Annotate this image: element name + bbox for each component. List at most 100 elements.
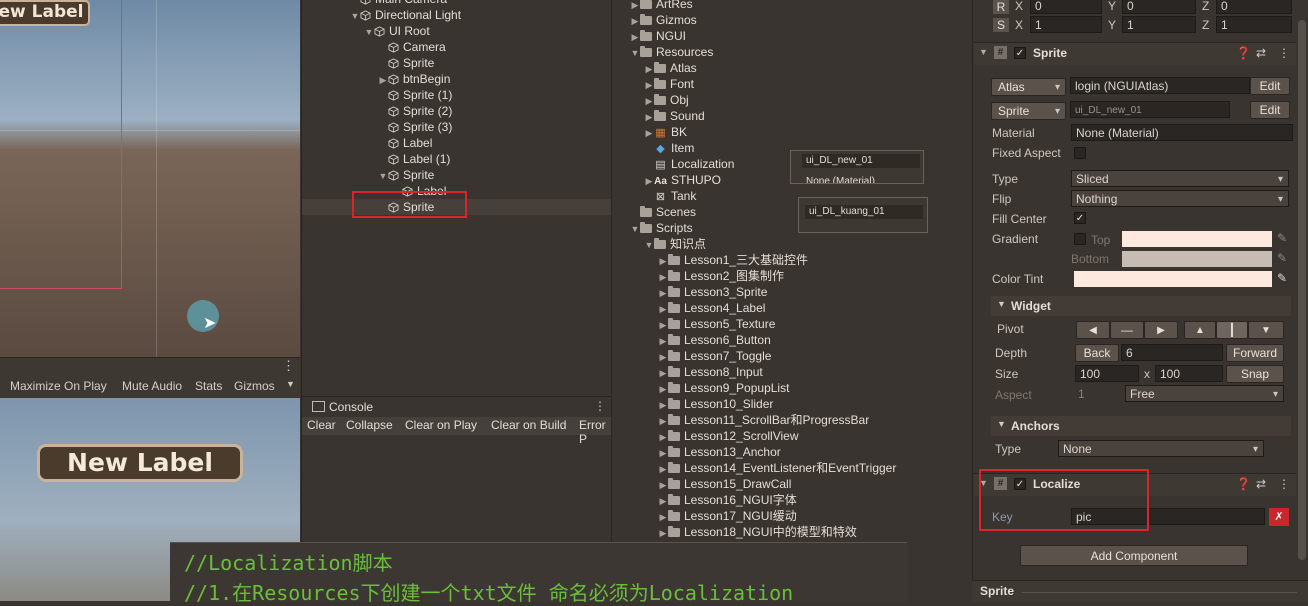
project-item[interactable]: ▶ Lesson8_Input xyxy=(658,364,763,380)
pivot-top-button[interactable]: ▲ xyxy=(1184,321,1216,339)
project-item[interactable]: ▶ Lesson2_图集制作 xyxy=(658,268,785,284)
hierarchy-item[interactable]: Sprite (2) xyxy=(378,103,452,119)
sprite-name-field[interactable]: ui_DL_new_01 xyxy=(1070,101,1230,118)
game-new-label[interactable]: New Label xyxy=(37,444,243,482)
project-item[interactable]: ▶ Aa STHUPO xyxy=(644,172,721,188)
project-item[interactable]: ▶ Lesson18_NGUI中的模型和特效 xyxy=(658,524,857,540)
foldout-arrow-icon[interactable]: ▶ xyxy=(658,365,668,381)
foldout-arrow-icon[interactable]: ▶ xyxy=(644,173,654,189)
foldout-arrow-icon[interactable]: ▼ xyxy=(630,45,640,61)
scene-new-label[interactable]: ew Label xyxy=(0,0,90,26)
hierarchy-item[interactable]: ▼ Directional Light xyxy=(350,7,462,23)
gradient-checkbox[interactable] xyxy=(1074,233,1086,245)
pivot-center-h-button[interactable]: — xyxy=(1110,321,1144,339)
material-field[interactable]: None (Material) xyxy=(1071,124,1293,141)
project-item[interactable]: ▶ Lesson3_Sprite xyxy=(658,284,768,301)
sprite-popup[interactable]: ui_DL_new_01 None (Material) xyxy=(790,150,924,184)
hierarchy-item[interactable]: Label xyxy=(378,135,432,151)
foldout-arrow-icon[interactable]: ▶ xyxy=(378,72,388,88)
project-item[interactable]: ▶ Lesson12_ScrollView xyxy=(658,428,799,444)
foldout-arrow-icon[interactable]: ▶ xyxy=(644,93,654,109)
console-clear-on-play-button[interactable]: Clear on Play xyxy=(405,418,477,432)
rot-z-field[interactable]: 0 xyxy=(1216,0,1292,14)
fill-center-checkbox[interactable]: ✓ xyxy=(1074,212,1086,224)
kuang-popup[interactable]: ui_DL_kuang_01 xyxy=(798,197,928,233)
project-item[interactable]: ▶ Lesson13_Anchor xyxy=(658,444,781,460)
rot-x-field[interactable]: 0 xyxy=(1030,0,1102,14)
size-width-field[interactable]: 100 xyxy=(1075,365,1139,382)
foldout-arrow-icon[interactable]: ▶ xyxy=(658,285,668,301)
eyedropper-icon[interactable]: ✎ xyxy=(1277,231,1287,245)
depth-forward-button[interactable]: Forward xyxy=(1226,344,1284,362)
scale-x-field[interactable]: 1 xyxy=(1030,16,1102,33)
help-icon[interactable]: ❓ xyxy=(1236,46,1251,60)
project-item[interactable]: ▶ Lesson15_DrawCall xyxy=(658,476,792,493)
snap-button[interactable]: Snap xyxy=(1226,365,1284,383)
project-item[interactable]: ◆ Item xyxy=(644,140,694,156)
stats-button[interactable]: Stats xyxy=(195,377,222,395)
component-menu-icon[interactable]: ⋮ xyxy=(1278,477,1290,491)
rot-y-field[interactable]: 0 xyxy=(1122,0,1196,14)
foldout-arrow-icon[interactable]: ▶ xyxy=(658,445,668,461)
hierarchy-item[interactable]: ▼ Sprite xyxy=(378,167,435,183)
console-clear-on-build-button[interactable]: Clear on Build xyxy=(491,418,566,432)
project-item[interactable]: ▶ Gizmos xyxy=(630,12,697,28)
anchors-header[interactable]: ▼ Anchors xyxy=(991,416,1291,436)
foldout-arrow-icon[interactable]: ▶ xyxy=(658,333,668,349)
scale-y-field[interactable]: 1 xyxy=(1122,16,1196,33)
maximize-on-play-button[interactable]: Maximize On Play xyxy=(10,377,107,395)
foldout-arrow-icon[interactable]: ▶ xyxy=(658,477,668,493)
atlas-edit-button[interactable]: Edit xyxy=(1250,77,1290,95)
help-icon[interactable]: ❓ xyxy=(1236,477,1251,491)
project-item[interactable]: ⊠ Tank xyxy=(644,188,696,204)
hierarchy-item[interactable]: ▶ btnBegin xyxy=(378,71,451,88)
foldout-arrow-icon[interactable]: ▶ xyxy=(658,461,668,477)
add-component-button[interactable]: Add Component xyxy=(1020,545,1248,566)
gradient-top-color[interactable] xyxy=(1122,231,1272,247)
hierarchy-item[interactable]: Camera xyxy=(378,39,446,55)
eyedropper-icon[interactable]: ✎ xyxy=(1277,251,1287,265)
foldout-arrow-icon[interactable]: ▶ xyxy=(644,61,654,77)
depth-field[interactable]: 6 xyxy=(1121,344,1223,361)
type-dropdown[interactable]: Sliced xyxy=(1071,170,1289,187)
project-item[interactable]: ▶ Lesson4_Label xyxy=(658,300,766,317)
sprite-popup-field[interactable]: ui_DL_new_01 xyxy=(802,154,920,168)
project-item[interactable]: ▶ Lesson7_Toggle xyxy=(658,348,772,364)
project-item[interactable]: ▶ Lesson11_ScrollBar和ProgressBar xyxy=(658,412,870,429)
pivot-left-button[interactable]: ◀ xyxy=(1076,321,1110,339)
project-item[interactable]: ▶ Lesson16_NGUI字体 xyxy=(658,492,797,508)
console-collapse-button[interactable]: Collapse xyxy=(346,418,393,432)
mute-audio-button[interactable]: Mute Audio xyxy=(122,377,182,395)
fixed-aspect-checkbox[interactable] xyxy=(1074,147,1086,159)
foldout-arrow-icon[interactable]: ▶ xyxy=(658,301,668,317)
project-item[interactable]: ▶ Lesson10_Slider xyxy=(658,396,774,413)
hierarchy-item[interactable]: Main Camera xyxy=(350,0,447,7)
atlas-dropdown[interactable]: Atlas xyxy=(991,78,1066,96)
foldout-arrow-icon[interactable]: ▶ xyxy=(630,29,640,45)
component-menu-icon[interactable]: ⋮ xyxy=(1278,46,1290,60)
inspector-scrollbar[interactable] xyxy=(1298,20,1306,560)
widget-header[interactable]: ▼ Widget xyxy=(991,296,1291,316)
hierarchy-item[interactable]: Label (1) xyxy=(378,151,450,167)
sprite-dropdown[interactable]: Sprite xyxy=(991,102,1066,120)
depth-back-button[interactable]: Back xyxy=(1075,344,1119,362)
project-item[interactable]: ▶ NGUI xyxy=(630,28,686,44)
preset-icon[interactable]: ⇄ xyxy=(1256,46,1266,60)
project-item[interactable]: ▶ Lesson1_三大基础控件 xyxy=(658,252,809,268)
foldout-arrow-icon[interactable]: ▶ xyxy=(644,125,654,141)
project-item[interactable]: ▶ Obj xyxy=(644,92,689,108)
kuang-popup-field[interactable]: ui_DL_kuang_01 xyxy=(805,205,923,219)
project-item[interactable]: ▶ Font xyxy=(644,76,694,92)
project-item[interactable]: ▶ Lesson14_EventListener和EventTrigger xyxy=(658,460,897,477)
foldout-arrow-icon[interactable]: ▼ xyxy=(630,221,640,237)
project-item[interactable]: ▶ Lesson17_NGUI缓动 xyxy=(658,508,797,524)
foldout-arrow-icon[interactable]: ▼ xyxy=(979,47,988,57)
foldout-arrow-icon[interactable]: ▼ xyxy=(364,24,374,40)
pivot-center-v-button[interactable]: ┃ xyxy=(1216,321,1248,339)
hierarchy-item[interactable]: Sprite (3) xyxy=(378,119,452,135)
project-item[interactable]: ▶ Lesson9_PopupList xyxy=(658,380,790,396)
hierarchy-item[interactable]: ▼ UI Root xyxy=(364,23,430,39)
hierarchy-item[interactable]: Sprite xyxy=(378,55,434,71)
foldout-arrow-icon[interactable]: ▶ xyxy=(658,397,668,413)
foldout-arrow-icon[interactable]: ▶ xyxy=(658,413,668,429)
